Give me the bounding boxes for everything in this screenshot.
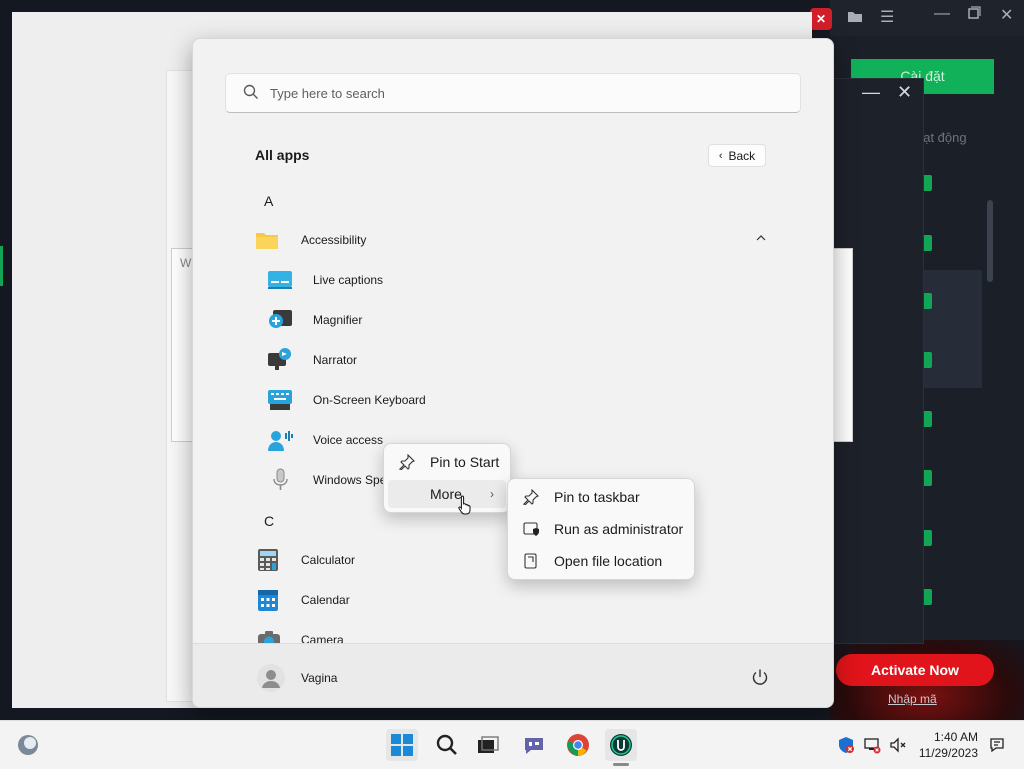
selected-row-highlight [920, 270, 982, 388]
chevron-up-icon[interactable] [756, 233, 766, 245]
run-as-administrator-item[interactable]: Run as administrator [512, 515, 690, 543]
widgets-icon[interactable] [12, 729, 44, 761]
search-input[interactable] [268, 75, 792, 111]
search-icon [243, 84, 258, 99]
open-file-location-label: Open file location [554, 553, 663, 569]
app-label: Live captions [313, 273, 384, 287]
group-letter-a[interactable]: A [264, 193, 273, 209]
app-narrator[interactable]: Narrator [267, 340, 667, 380]
menu-icon[interactable]: ☰ [880, 7, 894, 27]
notification-icon[interactable] [984, 729, 1010, 761]
folder-accessibility[interactable]: Accessibility [255, 220, 775, 260]
open-file-location-item[interactable]: Open file location [512, 547, 690, 575]
running-indicator [613, 763, 629, 766]
app-label: On-Screen Keyboard [313, 393, 426, 407]
pin-icon [522, 488, 540, 506]
chrome-icon[interactable] [562, 729, 594, 761]
user-icon [262, 670, 280, 688]
teams-chat-icon[interactable] [518, 729, 550, 761]
unikey-app-icon[interactable] [605, 729, 637, 761]
chevron-right-icon: › [490, 487, 494, 501]
app-calendar[interactable]: Calendar [257, 580, 657, 620]
background-text: W [180, 256, 192, 270]
search-icon[interactable] [431, 729, 463, 761]
task-view-icon[interactable] [472, 729, 504, 761]
folder-label: Accessibility [301, 233, 367, 247]
magnifier-icon [269, 310, 292, 328]
dialog-close-icon[interactable]: ✕ [897, 82, 912, 103]
power-icon[interactable] [751, 668, 769, 686]
mouse-cursor-icon [458, 495, 471, 515]
avatar[interactable] [257, 664, 285, 692]
activate-now-button[interactable]: Activate Now [836, 654, 994, 686]
chevron-left-icon: ‹ [718, 149, 723, 162]
pin-icon [398, 453, 416, 471]
windows-logo-icon [391, 734, 413, 756]
app-magnifier[interactable]: Magnifier [267, 300, 667, 340]
pin-to-taskbar-label: Pin to taskbar [554, 489, 640, 505]
microphone-icon [273, 468, 288, 490]
back-button[interactable]: ‹ Back [708, 144, 766, 167]
app-label: Narrator [313, 353, 358, 367]
maximize-icon[interactable] [967, 6, 981, 23]
open-file-icon [522, 552, 540, 570]
close-icon[interactable]: ✕ [1000, 5, 1013, 25]
app-live-captions[interactable]: Live captions [267, 260, 667, 300]
live-captions-icon [268, 271, 292, 289]
app-label: Calendar [301, 593, 350, 607]
folder-icon [256, 233, 278, 249]
pin-to-taskbar-item[interactable]: Pin to taskbar [512, 483, 690, 511]
back-label: Back [728, 148, 756, 163]
accent-edge [0, 246, 3, 286]
more-item[interactable]: More › [388, 480, 506, 508]
enter-code-link[interactable]: Nhập mã [888, 692, 937, 706]
all-apps-title: All apps [255, 147, 310, 163]
calendar-icon [258, 590, 278, 611]
group-letter-c[interactable]: C [264, 513, 274, 529]
user-name[interactable]: Vagina [301, 671, 337, 685]
admin-shield-icon [522, 520, 540, 538]
app-label: Windows Spe [313, 473, 387, 487]
voice-access-icon [268, 431, 293, 451]
search-box[interactable] [225, 73, 801, 113]
app-windows-speech[interactable]: Windows Spe [267, 460, 387, 500]
app-label: Magnifier [313, 313, 363, 327]
pin-to-start-label: Pin to Start [430, 454, 500, 470]
taskbar: 1:40 AM 11/29/2023 [0, 720, 1024, 769]
security-icon[interactable] [834, 729, 858, 761]
start-footer: Vagina [193, 643, 833, 707]
context-menu: Pin to Start More › [383, 443, 511, 513]
run-as-administrator-label: Run as administrator [554, 521, 684, 537]
more-submenu: Pin to taskbar Run as administrator Open… [507, 478, 695, 580]
folder-icon[interactable] [846, 8, 864, 27]
narrator-icon [268, 348, 291, 370]
start-menu: All apps ‹ Back A Accessibility Live cap… [192, 38, 834, 708]
minimize-icon[interactable]: — [934, 5, 950, 23]
start-button[interactable] [386, 729, 418, 761]
dialog-minimize-icon[interactable]: — [862, 82, 880, 103]
clock-date[interactable]: 11/29/2023 [912, 746, 978, 760]
keyboard-icon [268, 390, 292, 410]
volume-muted-icon[interactable] [886, 729, 910, 761]
app-label: Calculator [301, 553, 356, 567]
network-icon[interactable] [860, 729, 884, 761]
calculator-icon [258, 549, 278, 571]
app-logo-icon: ✕ [810, 8, 832, 30]
app-on-screen-keyboard[interactable]: On-Screen Keyboard [267, 380, 667, 420]
clock-time[interactable]: 1:40 AM [920, 730, 978, 744]
scrollbar[interactable] [987, 200, 993, 282]
pin-to-start-item[interactable]: Pin to Start [388, 448, 506, 476]
app-label: Voice access [313, 433, 384, 447]
